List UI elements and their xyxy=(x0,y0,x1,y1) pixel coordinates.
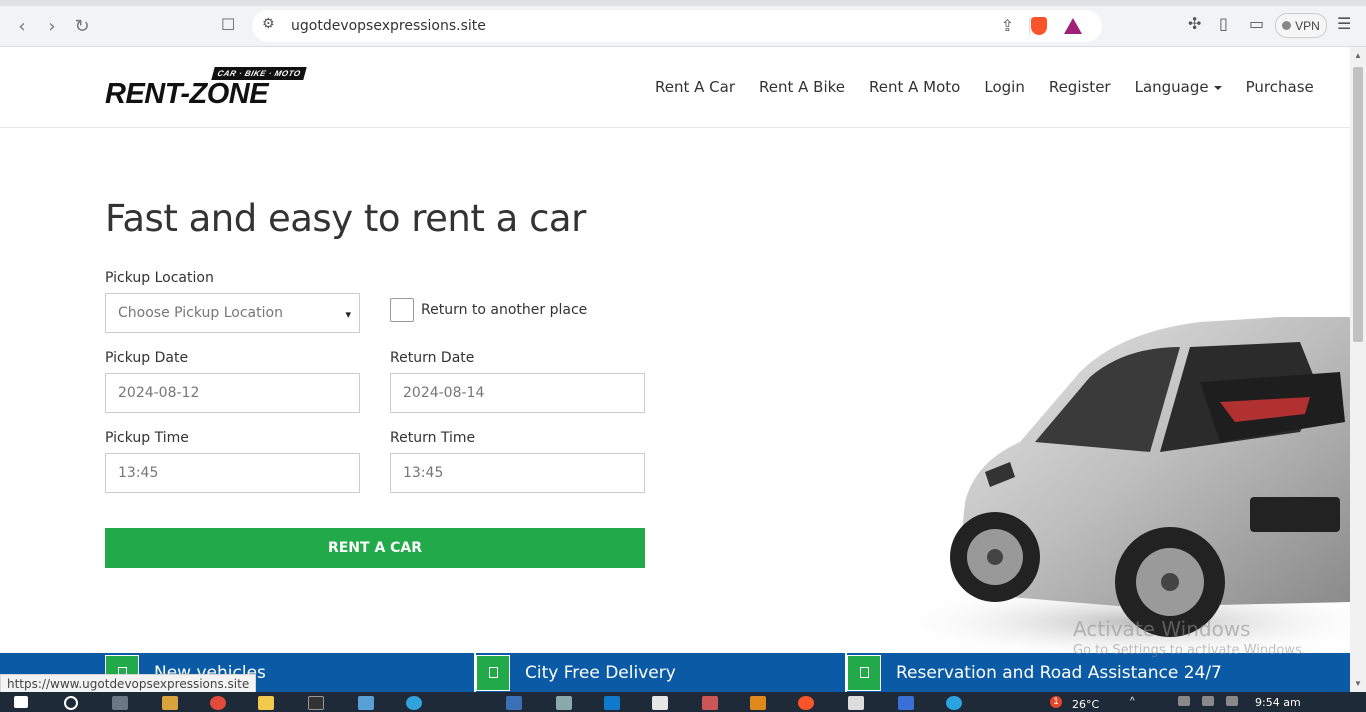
browser-toolbar: ‹ › ↻ ☐ ⚙ ugotdevopsexpressions.site ⇪ ✣… xyxy=(0,0,1366,47)
site-settings-icon[interactable]: ⚙ xyxy=(262,16,275,32)
windows-taskbar: 1 26°C ^ 9:54 am xyxy=(0,692,1366,712)
pickup-time-value: 13:45 xyxy=(118,465,159,481)
page-scrollbar[interactable]: ▲ ▼ xyxy=(1350,47,1366,692)
return-time-input[interactable]: 13:45 xyxy=(390,453,645,493)
app-icon[interactable] xyxy=(210,696,226,710)
hero-title: Fast and easy to rent a car xyxy=(105,197,586,240)
return-other-label[interactable]: Return to another place xyxy=(421,302,587,318)
notepad-icon[interactable] xyxy=(848,696,864,710)
volume-icon[interactable] xyxy=(1226,696,1238,706)
return-time-label: Return Time xyxy=(390,430,476,446)
reload-icon[interactable]: ↻ xyxy=(70,14,94,38)
app-icon[interactable] xyxy=(506,696,522,710)
pickup-date-label: Pickup Date xyxy=(105,350,189,366)
battery-icon[interactable] xyxy=(1202,696,1214,706)
app-icon[interactable] xyxy=(652,696,668,710)
delivery-icon xyxy=(476,654,510,691)
nav-register[interactable]: Register xyxy=(1049,78,1111,96)
app-icon[interactable] xyxy=(358,696,374,710)
scroll-down-icon[interactable]: ▼ xyxy=(1354,679,1362,688)
web-page: CAR · BIKE · MOTO RENT-ZONE Rent A Car R… xyxy=(0,47,1350,692)
site-header: CAR · BIKE · MOTO RENT-ZONE Rent A Car R… xyxy=(0,47,1350,128)
nav-rent-a-bike[interactable]: Rent A Bike xyxy=(759,78,845,96)
address-bar[interactable]: ⚙ ugotdevopsexpressions.site ⇪ xyxy=(252,10,1102,42)
share-icon[interactable]: ⇪ xyxy=(1001,16,1014,35)
bookmark-icon[interactable]: ☐ xyxy=(221,15,235,34)
terminal-icon[interactable] xyxy=(308,696,324,710)
file-explorer-icon[interactable] xyxy=(258,696,274,710)
sidebar-icon[interactable]: ▯ xyxy=(1219,14,1228,33)
telegram-icon[interactable] xyxy=(946,696,962,710)
return-time-value: 13:45 xyxy=(403,465,444,481)
status-bar-url: https://www.ugotdevopsexpressions.site xyxy=(0,674,257,694)
app-icon[interactable] xyxy=(556,696,572,710)
chevron-down-icon: ▾ xyxy=(345,308,351,321)
app-icon[interactable] xyxy=(406,696,422,710)
return-date-label: Return Date xyxy=(390,350,475,366)
tab-strip xyxy=(0,0,1366,6)
nav-rent-a-car[interactable]: Rent A Car xyxy=(655,78,735,96)
app-icon[interactable] xyxy=(750,696,766,710)
nav-login[interactable]: Login xyxy=(984,78,1024,96)
windows-activation-title: Activate Windows xyxy=(1073,617,1251,641)
assistance-icon xyxy=(847,654,881,691)
nav-language[interactable]: Language xyxy=(1135,78,1222,96)
scrollbar-thumb[interactable] xyxy=(1353,67,1363,342)
pickup-date-value: 2024-08-12 xyxy=(118,385,200,401)
nav-rent-a-moto[interactable]: Rent A Moto xyxy=(869,78,960,96)
feature-item: Reservation and Road Assistance 24/7 xyxy=(847,653,1222,692)
site-logo[interactable]: CAR · BIKE · MOTO RENT-ZONE xyxy=(105,67,307,110)
vscode-icon[interactable] xyxy=(604,696,620,710)
return-date-value: 2024-08-14 xyxy=(403,385,485,401)
nav-purchase[interactable]: Purchase xyxy=(1246,78,1314,96)
windows-start-icon[interactable] xyxy=(14,696,28,708)
feature-label: Reservation and Road Assistance 24/7 xyxy=(896,662,1222,683)
caret-down-icon xyxy=(1213,85,1222,90)
app-icon[interactable] xyxy=(702,696,718,710)
main-nav: Rent A Car Rent A Bike Rent A Moto Login… xyxy=(655,78,1338,96)
pickup-location-label: Pickup Location xyxy=(105,270,214,286)
vpn-button[interactable]: VPN xyxy=(1275,13,1327,38)
extensions-icon[interactable]: ✣ xyxy=(1188,14,1201,33)
pickup-time-label: Pickup Time xyxy=(105,430,189,446)
vpn-status-icon xyxy=(1282,21,1292,30)
search-icon[interactable] xyxy=(64,696,78,710)
nav-language-label: Language xyxy=(1134,78,1209,96)
weather-temp[interactable]: 26°C xyxy=(1072,698,1099,711)
pickup-location-select[interactable]: Choose Pickup Location ▾ xyxy=(105,293,360,333)
task-view-icon[interactable] xyxy=(112,696,128,710)
pickup-time-input[interactable]: 13:45 xyxy=(105,453,360,493)
app-icon[interactable] xyxy=(898,696,914,710)
clock[interactable]: 9:54 am xyxy=(1255,696,1301,709)
windows-activation-subtitle: Go to Settings to activate Windows. xyxy=(1073,643,1306,658)
logo-wordmark: RENT-ZONE xyxy=(105,78,269,110)
back-icon[interactable]: ‹ xyxy=(10,14,34,38)
brave-rewards-icon[interactable] xyxy=(1064,18,1082,34)
tray-chevron-icon[interactable]: ^ xyxy=(1130,696,1146,710)
vpn-label: VPN xyxy=(1295,18,1320,33)
return-date-input[interactable]: 2024-08-14 xyxy=(390,373,645,413)
car-image xyxy=(880,317,1350,662)
address-divider xyxy=(1029,18,1030,34)
menu-icon[interactable]: ☰ xyxy=(1337,14,1351,33)
feature-item: City Free Delivery xyxy=(476,653,676,692)
pickup-date-input[interactable]: 2024-08-12 xyxy=(105,373,360,413)
wallet-icon[interactable]: ▭ xyxy=(1249,14,1264,33)
feature-label: City Free Delivery xyxy=(525,662,676,683)
pickup-location-value: Choose Pickup Location xyxy=(118,305,283,321)
app-icon[interactable] xyxy=(162,696,178,710)
brave-shields-icon[interactable] xyxy=(1031,17,1047,35)
return-other-checkbox[interactable] xyxy=(390,298,414,322)
notification-badge[interactable]: 1 xyxy=(1050,696,1062,708)
rent-a-car-button[interactable]: RENT A CAR xyxy=(105,528,645,568)
brave-browser-icon[interactable] xyxy=(798,696,814,710)
address-url[interactable]: ugotdevopsexpressions.site xyxy=(291,18,486,34)
forward-icon[interactable]: › xyxy=(40,14,64,38)
network-icon[interactable] xyxy=(1178,696,1190,706)
scroll-up-icon[interactable]: ▲ xyxy=(1354,51,1362,60)
